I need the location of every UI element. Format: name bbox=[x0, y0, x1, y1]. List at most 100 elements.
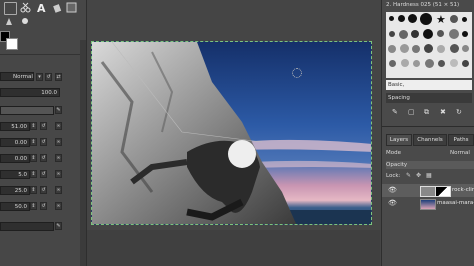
layers-list-empty-area[interactable] bbox=[382, 211, 474, 266]
tab-paths-label: Paths bbox=[453, 137, 469, 143]
text-tool-icon[interactable]: A bbox=[36, 2, 47, 15]
delete-brush-icon[interactable]: ✖ bbox=[440, 108, 446, 116]
brush-item[interactable] bbox=[425, 59, 434, 68]
brush-item[interactable] bbox=[401, 59, 409, 67]
image-canvas-area[interactable] bbox=[87, 0, 380, 266]
duplicate-brush-icon[interactable]: ⧉ bbox=[424, 108, 429, 117]
dynamics-edit-icon[interactable]: ✎ bbox=[55, 222, 62, 230]
brush-item[interactable] bbox=[424, 44, 433, 53]
hardness-reset-icon[interactable]: ↺ bbox=[40, 186, 47, 194]
brush-item[interactable] bbox=[412, 45, 420, 53]
lock-position-icon[interactable]: ✥ bbox=[416, 172, 421, 179]
tab-channels[interactable]: Channels bbox=[413, 134, 447, 146]
mode-chevron-icon[interactable]: ▾ bbox=[36, 73, 43, 81]
brush-item[interactable] bbox=[450, 15, 458, 23]
angle-reset-icon[interactable]: ↺ bbox=[40, 154, 47, 162]
layer-row[interactable]: 👁 maasai-mara-g bbox=[382, 197, 474, 210]
visibility-eye-icon[interactable]: 👁 bbox=[388, 184, 397, 197]
reset-mode-icon[interactable]: ↺ bbox=[45, 73, 52, 81]
angle-field[interactable]: 0.00 bbox=[0, 154, 30, 163]
size-reset-icon[interactable]: ↺ bbox=[40, 122, 47, 130]
brush-item[interactable] bbox=[437, 45, 445, 53]
brush-item[interactable] bbox=[413, 60, 420, 67]
layer-row[interactable]: 👁 rock-clim bbox=[382, 184, 474, 197]
brush-item[interactable] bbox=[462, 17, 467, 22]
spacing-link-icon[interactable]: ∞ bbox=[55, 170, 62, 178]
brush-item[interactable] bbox=[462, 60, 469, 67]
dynamics-selector[interactable] bbox=[0, 222, 54, 231]
size-value: 51.00 bbox=[11, 124, 27, 130]
brush-preset-field[interactable]: Basic, bbox=[386, 80, 472, 90]
dodge-tool-icon[interactable] bbox=[4, 16, 15, 27]
hardness-link-icon[interactable]: ∞ bbox=[55, 186, 62, 194]
bucket-fill-tool-icon[interactable] bbox=[52, 2, 63, 13]
brush-selector[interactable] bbox=[0, 106, 54, 115]
mode-dropdown[interactable]: Normal bbox=[0, 72, 34, 81]
brush-item[interactable] bbox=[423, 29, 433, 39]
brush-item[interactable] bbox=[449, 29, 459, 39]
hardness-field[interactable]: 25.0 bbox=[0, 186, 30, 195]
brush-item[interactable] bbox=[420, 13, 432, 25]
hardness-spin-icon[interactable]: ⇕ bbox=[30, 186, 37, 194]
climber-photo bbox=[92, 42, 371, 224]
brush-item[interactable] bbox=[389, 60, 396, 67]
lock-pixels-icon[interactable]: ✎ bbox=[406, 172, 411, 179]
brush-preset-label: Basic, bbox=[388, 82, 405, 88]
layer-name[interactable]: rock-clim bbox=[452, 184, 474, 197]
star-brush-icon[interactable]: ★ bbox=[436, 13, 446, 26]
brush-item[interactable] bbox=[398, 15, 405, 22]
tab-paths[interactable]: Paths bbox=[448, 134, 474, 146]
brush-item[interactable] bbox=[450, 44, 459, 53]
force-reset-icon[interactable]: ↺ bbox=[40, 202, 47, 210]
brush-item[interactable] bbox=[408, 14, 417, 23]
brush-item[interactable] bbox=[411, 30, 419, 38]
size-spin-icon[interactable]: ⇕ bbox=[30, 122, 37, 130]
brush-item[interactable] bbox=[399, 30, 408, 39]
spacing-value: 5.0 bbox=[18, 172, 27, 178]
force-spin-icon[interactable]: ⇕ bbox=[30, 202, 37, 210]
brush-item[interactable] bbox=[438, 60, 445, 67]
brush-item[interactable] bbox=[437, 30, 444, 37]
crop-tool-icon[interactable] bbox=[4, 2, 17, 15]
image-canvas[interactable] bbox=[91, 41, 372, 225]
scissors-tool-icon[interactable] bbox=[20, 2, 31, 13]
lock-alpha-icon[interactable]: ▦ bbox=[426, 172, 432, 179]
refresh-brushes-icon[interactable]: ↻ bbox=[456, 108, 462, 116]
layer-mode-dropdown[interactable]: Normal bbox=[450, 150, 474, 158]
layer-mask-thumbnail[interactable] bbox=[435, 186, 451, 197]
brush-item[interactable] bbox=[400, 44, 409, 53]
spacing-spin-icon[interactable]: ⇕ bbox=[30, 170, 37, 178]
layer-name[interactable]: maasai-mara-g bbox=[437, 197, 474, 210]
visibility-eye-icon[interactable]: 👁 bbox=[388, 197, 397, 210]
brush-item[interactable] bbox=[389, 16, 394, 21]
aspect-reset-icon[interactable]: ↺ bbox=[40, 138, 47, 146]
edit-brush-icon[interactable]: ✎ bbox=[392, 108, 398, 116]
angle-link-icon[interactable]: ∞ bbox=[55, 154, 62, 162]
brush-item[interactable] bbox=[450, 59, 458, 67]
swap-mode-icon[interactable]: ⇄ bbox=[55, 73, 62, 81]
spacing-slider[interactable]: Spacing bbox=[386, 93, 472, 103]
brush-item[interactable] bbox=[462, 31, 468, 37]
force-link-icon[interactable]: ∞ bbox=[55, 202, 62, 210]
layer-opacity-slider[interactable]: Opacity bbox=[386, 161, 474, 169]
spacing-reset-icon[interactable]: ↺ bbox=[40, 170, 47, 178]
brushes-grid[interactable]: ★ bbox=[386, 12, 472, 78]
brush-item[interactable] bbox=[462, 45, 469, 52]
brush-item[interactable] bbox=[389, 31, 395, 37]
edit-brush-icon[interactable]: ✎ bbox=[55, 106, 62, 114]
aspect-field[interactable]: 0.00 bbox=[0, 138, 30, 147]
tab-layers[interactable]: Layers bbox=[386, 134, 412, 146]
size-field[interactable]: 51.00 bbox=[0, 122, 30, 131]
gradient-tool-icon[interactable] bbox=[66, 2, 77, 13]
smudge-tool-icon[interactable] bbox=[20, 16, 31, 27]
aspect-link-icon[interactable]: ∞ bbox=[55, 138, 62, 146]
size-link-icon[interactable]: ∞ bbox=[55, 122, 62, 130]
spacing-field[interactable]: 5.0 bbox=[0, 170, 30, 179]
force-field[interactable]: 50.0 bbox=[0, 202, 30, 211]
background-color-swatch[interactable] bbox=[6, 38, 18, 50]
new-brush-icon[interactable]: ▢ bbox=[408, 108, 415, 116]
angle-spin-icon[interactable]: ⇕ bbox=[30, 154, 37, 162]
brush-item[interactable] bbox=[388, 45, 396, 53]
opacity-slider[interactable]: 100.0 bbox=[0, 88, 60, 97]
aspect-spin-icon[interactable]: ⇕ bbox=[30, 138, 37, 146]
